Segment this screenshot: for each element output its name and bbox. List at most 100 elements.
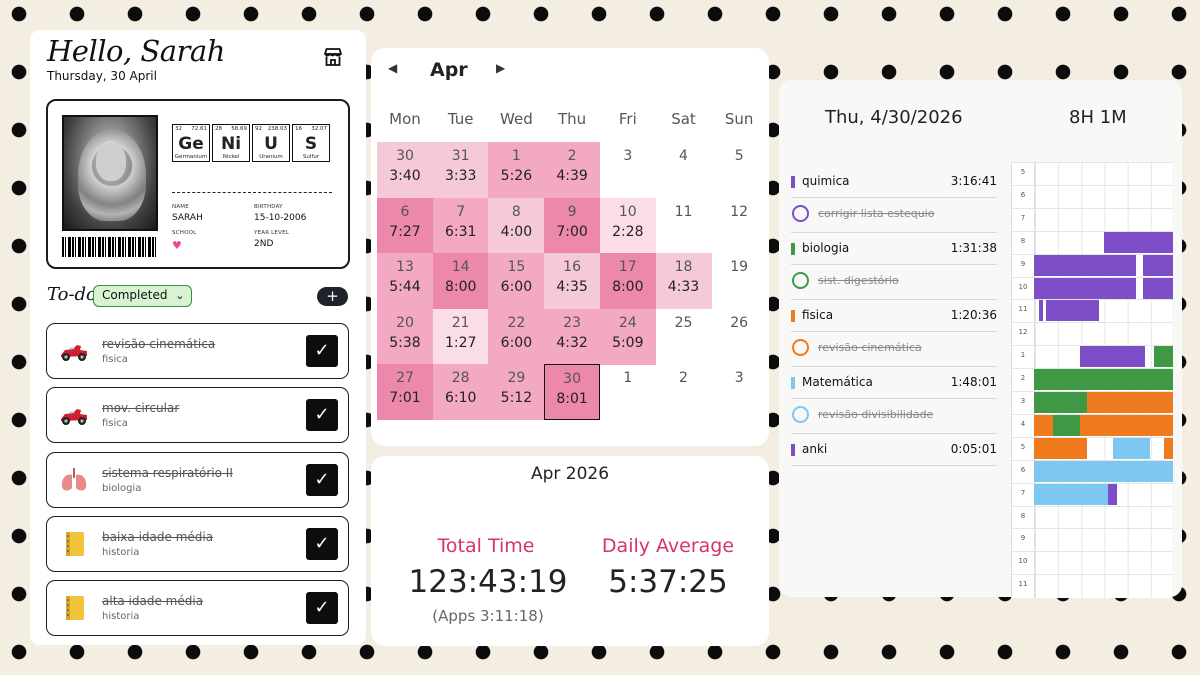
hour-label: 4	[1020, 419, 1026, 428]
day-number: 28	[451, 370, 470, 387]
calendar-day[interactable]: 17 8:00	[599, 253, 656, 310]
calendar-day[interactable]: 26	[711, 309, 767, 365]
day-study-time: 6:00	[500, 334, 533, 351]
calendar-day[interactable]: 7 6:31	[432, 197, 489, 254]
calendar-day[interactable]: 18 4:33	[655, 253, 712, 310]
task-checkbox[interactable]: ✓	[306, 399, 338, 431]
subject-time: 1:20:36	[950, 308, 997, 322]
task-checkbox[interactable]: ✓	[306, 528, 338, 560]
calendar-day[interactable]: 23 4:32	[544, 308, 601, 365]
day-number: 5	[734, 148, 744, 164]
task-subject: fisica	[102, 354, 128, 365]
element-tile: 92 238.03 U Uranium	[252, 124, 290, 162]
task-circle-icon[interactable]	[792, 272, 809, 289]
calendar-day[interactable]: 11	[656, 198, 712, 254]
day-number: 2	[567, 148, 577, 164]
day-number: 20	[396, 314, 414, 331]
day-study-time: 6:10	[444, 390, 477, 407]
task-checkbox[interactable]: ✓	[306, 335, 338, 367]
calendar-day[interactable]: 10 2:28	[599, 197, 656, 254]
study-session-block	[1034, 437, 1088, 459]
study-session-block	[1112, 437, 1150, 459]
hour-label: 11	[1018, 580, 1028, 589]
subject-color-bar	[791, 444, 795, 456]
calendar-day[interactable]: 30 3:40	[377, 142, 433, 198]
calendar-day[interactable]: 13 5:44	[377, 253, 433, 310]
calendar-day[interactable]: 24 5:09	[599, 308, 656, 365]
calendar-day[interactable]: 20 5:38	[377, 308, 433, 365]
name-value: SARAH	[172, 213, 203, 223]
subject-color-bar	[791, 310, 795, 322]
calendar-day[interactable]: 5	[711, 142, 767, 198]
next-month-button[interactable]: ▶	[496, 61, 505, 75]
calendar-day[interactable]: 4	[656, 142, 712, 198]
notebook-icon	[59, 531, 89, 557]
hour-label: 7	[1020, 488, 1026, 497]
calendar-day[interactable]: 9 7:00	[544, 197, 601, 254]
hour-label: 9	[1020, 534, 1026, 543]
calendar-day[interactable]: 15 6:00	[488, 253, 545, 310]
task-circle-icon[interactable]	[792, 339, 809, 356]
prev-month-button[interactable]: ◀	[388, 61, 397, 75]
task-item[interactable]: baixa idade média historia ✓	[46, 516, 349, 572]
calendar-day[interactable]: 14 8:00	[432, 253, 489, 310]
todo-filter-dropdown[interactable]: Completed ⌄	[93, 285, 193, 307]
heart-icon: ♥	[172, 239, 182, 252]
study-session-block	[1087, 392, 1173, 413]
add-task-button[interactable]: +	[317, 287, 348, 306]
calendar-day[interactable]: 3	[600, 142, 656, 198]
day-number: 29	[507, 370, 526, 387]
task-checkbox[interactable]: ✓	[306, 464, 338, 496]
subject-color-bar	[791, 176, 795, 188]
day-study-time: 3:33	[444, 168, 477, 184]
element-tile: 16 32.07 S Sulfur	[292, 124, 330, 162]
store-icon[interactable]	[322, 46, 344, 68]
calendar-day[interactable]: 1 5:26	[488, 142, 545, 198]
task-item[interactable]: sistema respiratório II biologia ✓	[46, 452, 349, 508]
day-number: 13	[396, 259, 414, 276]
daily-log-panel: Thu, 4/30/2026 8H 1M quimica 3:16:41 corri…	[779, 80, 1182, 598]
subject-name: fisica	[802, 308, 834, 322]
task-title: sistema respiratório II	[102, 466, 233, 480]
calendar-day[interactable]: 28 6:10	[432, 364, 489, 421]
profile-photo	[62, 115, 158, 231]
calendar-day[interactable]: 1	[600, 364, 656, 420]
calendar-day[interactable]: 12	[711, 198, 767, 254]
calendar-day[interactable]: 8 4:00	[488, 197, 545, 254]
study-session-block	[1052, 414, 1081, 436]
day-number: 11	[674, 203, 693, 220]
calendar-day[interactable]: 3	[711, 364, 767, 420]
subject-task: sist. digestório	[818, 274, 899, 287]
divider	[791, 299, 997, 300]
calendar-day[interactable]: 22 6:00	[488, 308, 545, 365]
divider	[791, 232, 997, 233]
calendar-day[interactable]: 16 4:35	[544, 253, 601, 310]
weekday-header: Thu	[558, 110, 587, 128]
day-number: 23	[563, 314, 581, 331]
calendar-day[interactable]: 2	[656, 364, 712, 420]
calendar-day[interactable]: 6 7:27	[377, 197, 433, 254]
task-item[interactable]: mov. circular fisica ✓	[46, 387, 349, 443]
calendar-day-today[interactable]: 30 8:01	[544, 364, 601, 421]
task-circle-icon[interactable]	[792, 205, 809, 222]
hour-label: 5	[1020, 168, 1026, 176]
hour-label: 8	[1020, 236, 1026, 245]
calendar-day[interactable]: 2 4:39	[544, 142, 601, 198]
school-label: SCHOOL	[172, 230, 197, 236]
calendar-day[interactable]: 19	[711, 253, 767, 309]
task-checkbox[interactable]: ✓	[306, 592, 338, 624]
task-item[interactable]: revisão cinemática fisica ✓	[46, 323, 349, 379]
calendar-day[interactable]: 21 1:27	[432, 308, 489, 365]
calendar-day[interactable]: 29 5:12	[488, 364, 545, 421]
study-session-block	[1154, 346, 1173, 368]
calendar-day[interactable]: 25	[656, 309, 712, 365]
total-time-label: Total Time	[437, 535, 535, 557]
task-circle-icon[interactable]	[792, 406, 809, 423]
profile-todo-panel: Hello, Sarah Thursday, 30 April 32 72.61…	[30, 30, 366, 645]
task-item[interactable]: alta idade média historia ✓	[46, 580, 349, 636]
divider	[791, 264, 997, 265]
birthday-value: 15-10-2006	[254, 213, 307, 223]
calendar-day[interactable]: 31 3:33	[432, 142, 489, 198]
calendar-day[interactable]: 27 7:01	[377, 364, 433, 421]
hour-label: 8	[1020, 511, 1026, 520]
